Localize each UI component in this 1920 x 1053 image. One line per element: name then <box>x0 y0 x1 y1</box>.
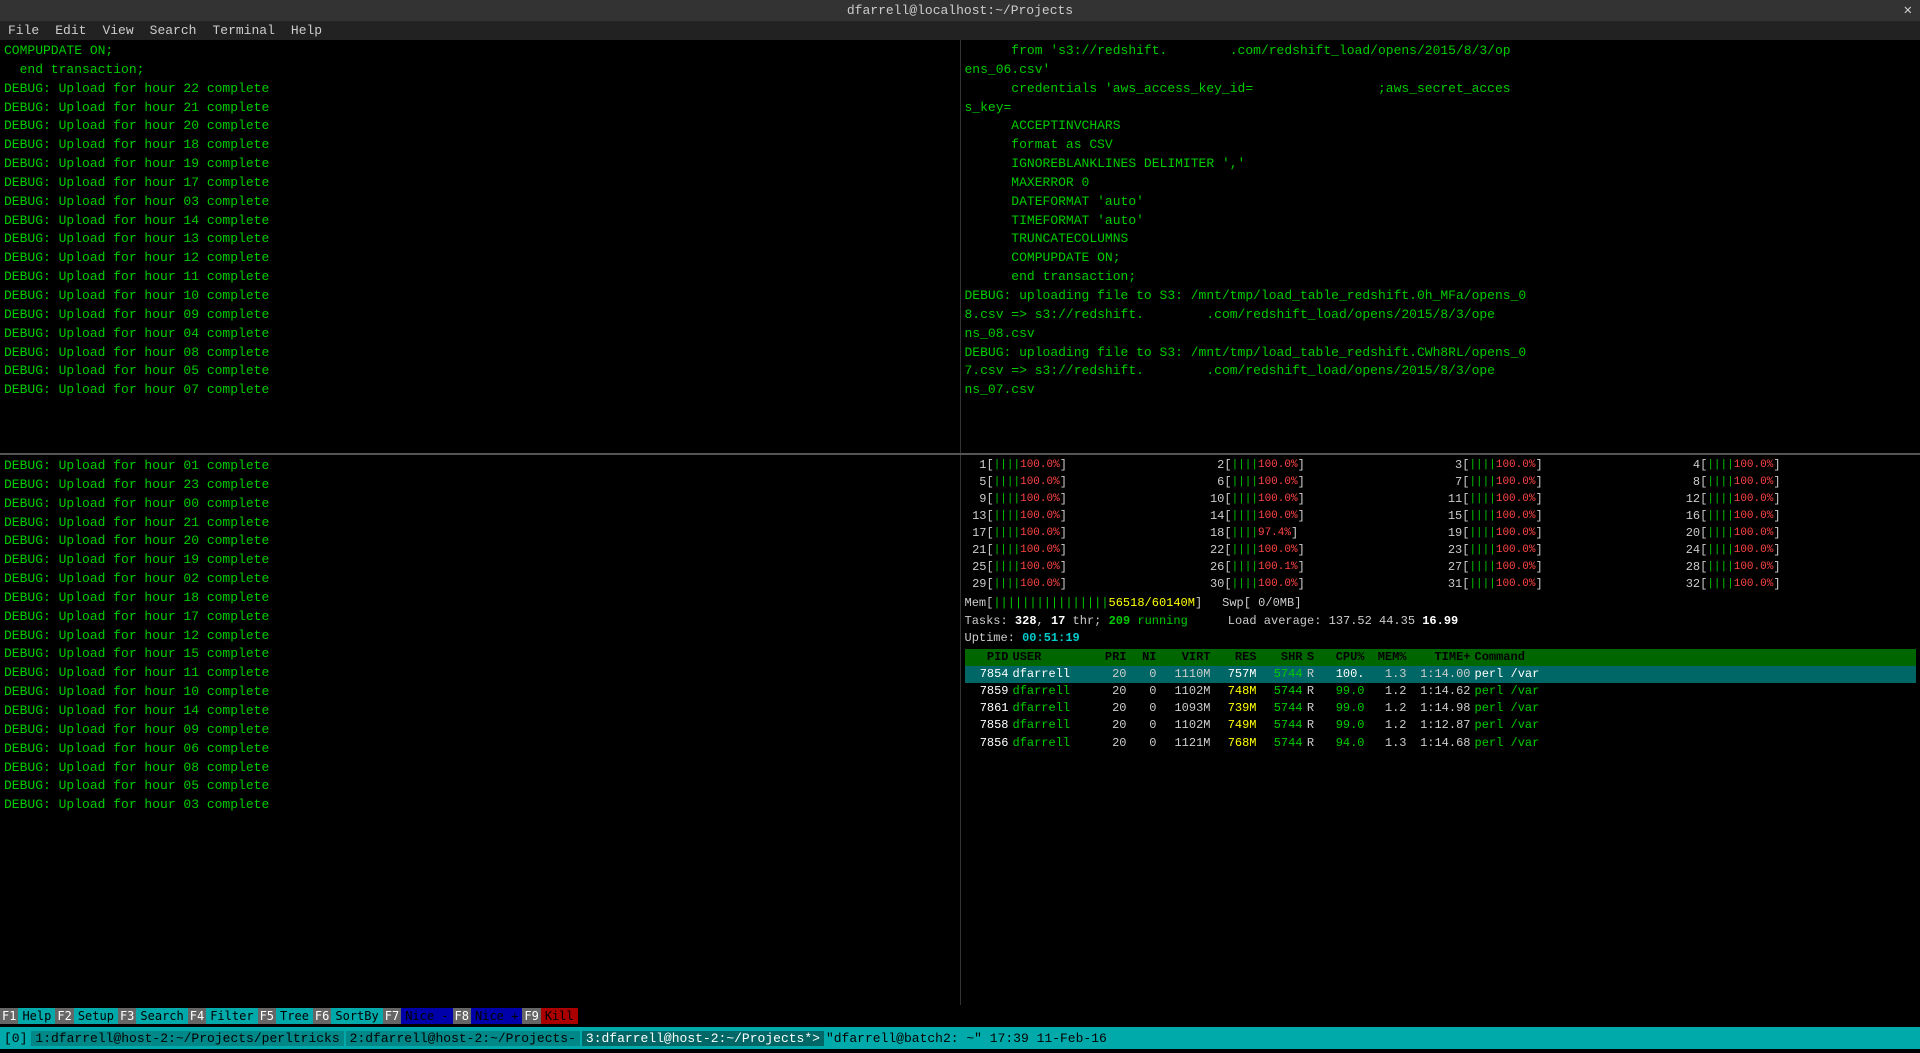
cpu-row-31: 31 [||||100.0%] <box>1440 576 1678 593</box>
cpu-row-14: 14 [||||100.0%] <box>1202 508 1440 525</box>
cpu-row-29: 29 [||||100.0%] <box>965 576 1203 593</box>
cpu-row-11: 11 [||||100.0%] <box>1440 491 1678 508</box>
cpu-row- 7: 7 [||||100.0%] <box>1440 474 1678 491</box>
fn-key-F4[interactable]: F4Filter <box>188 1008 258 1024</box>
left-top-terminal[interactable]: COMPUPDATE ON; end transaction; DEBUG: U… <box>0 40 960 453</box>
cpu-row-25: 25 [||||100.0%] <box>965 559 1203 576</box>
status-tab-2[interactable]: 3:dfarrell@host-2:~/Projects*> <box>582 1031 824 1046</box>
menu-edit[interactable]: Edit <box>55 23 86 38</box>
menu-terminal[interactable]: Terminal <box>212 23 274 38</box>
status-tab-0[interactable]: 1:dfarrell@host-2:~/Projects/perltricks <box>31 1031 343 1046</box>
status-right: "dfarrell@batch2: ~" 17:39 11-Feb-16 <box>826 1031 1107 1046</box>
cpu-row-20: 20 [||||100.0%] <box>1678 525 1916 542</box>
cpu-row-24: 24 [||||100.0%] <box>1678 542 1916 559</box>
status-bar: [0] 1:dfarrell@host-2:~/Projects/perltric… <box>0 1027 1920 1049</box>
fn-key-F2[interactable]: F2Setup <box>55 1008 118 1024</box>
cpu-row-10: 10 [||||100.0%] <box>1202 491 1440 508</box>
cpu-row-26: 26 [||||100.1%] <box>1202 559 1440 576</box>
cpu-row-27: 27 [||||100.0%] <box>1440 559 1678 576</box>
cpu-row-22: 22 [||||100.0%] <box>1202 542 1440 559</box>
top-row: COMPUPDATE ON; end transaction; DEBUG: U… <box>0 40 1920 455</box>
process-row-1: 7859 dfarrell 20 0 1102M 748M 5744 R 99.… <box>965 683 1917 700</box>
fn-key-F6[interactable]: F6SortBy <box>313 1008 383 1024</box>
cpu-row- 3: 3 [||||100.0%] <box>1440 457 1678 474</box>
cpu-row-17: 17 [||||100.0%] <box>965 525 1203 542</box>
tasks-info: Tasks: 328, 17 thr; 209 running <box>965 613 1188 630</box>
left-bottom-pane: DEBUG: Upload for hour 01 complete DEBUG… <box>0 455 961 1005</box>
right-top-pane: from 's3://redshift. .com/redshift_load/… <box>961 40 1920 453</box>
fn-key-F8[interactable]: F8Nice + <box>453 1008 523 1024</box>
fn-key-F5[interactable]: F5Tree <box>258 1008 313 1024</box>
left-top-pane: COMPUPDATE ON; end transaction; DEBUG: U… <box>0 40 961 453</box>
fn-key-F1[interactable]: F1Help <box>0 1008 55 1024</box>
menu-file[interactable]: File <box>8 23 39 38</box>
function-bar: F1Help F2Setup F3Search F4Filter F5Tree … <box>0 1005 1920 1027</box>
left-bottom-terminal[interactable]: DEBUG: Upload for hour 01 complete DEBUG… <box>0 455 960 1005</box>
menu-bar: File Edit View Search Terminal Help <box>0 21 1920 40</box>
cpu-row-18: 18 [||||97.4%] <box>1202 525 1440 542</box>
fn-key-F7[interactable]: F7Nice - <box>383 1008 453 1024</box>
process-row-0: 7854 dfarrell 20 0 1110M 757M 5744 R 100… <box>965 666 1917 683</box>
bottom-row: DEBUG: Upload for hour 01 complete DEBUG… <box>0 455 1920 1005</box>
window-title: dfarrell@localhost:~/Projects <box>847 3 1073 18</box>
close-button[interactable]: ✕ <box>1904 2 1912 19</box>
uptime-info: Uptime: 00:51:19 <box>965 630 1917 647</box>
process-row-4: 7856 dfarrell 20 0 1121M 768M 5744 R 94.… <box>965 735 1917 752</box>
cpu-row-21: 21 [||||100.0%] <box>965 542 1203 559</box>
cpu-row- 4: 4 [||||100.0%] <box>1678 457 1916 474</box>
cpu-row- 5: 5 [||||100.0%] <box>965 474 1203 491</box>
cpu-row-16: 16 [||||100.0%] <box>1678 508 1916 525</box>
mem-row: Mem[||||||||||||||||56518/60140M] Swp[ 0… <box>965 595 1917 612</box>
cpu-row- 2: 2 [||||100.0%] <box>1202 457 1440 474</box>
title-bar: dfarrell@localhost:~/Projects ✕ <box>0 0 1920 21</box>
cpu-row-13: 13 [||||100.0%] <box>965 508 1203 525</box>
cpu-row- 9: 9 [||||100.0%] <box>965 491 1203 508</box>
right-bottom-pane: 1 [||||100.0%] 2 [||||100.0%] 3 [||||100… <box>961 455 1920 1005</box>
cpu-row- 8: 8 [||||100.0%] <box>1678 474 1916 491</box>
menu-view[interactable]: View <box>102 23 133 38</box>
cpu-row- 6: 6 [||||100.0%] <box>1202 474 1440 491</box>
cpu-row-23: 23 [||||100.0%] <box>1440 542 1678 559</box>
cpu-row- 1: 1 [||||100.0%] <box>965 457 1203 474</box>
right-top-terminal[interactable]: from 's3://redshift. .com/redshift_load/… <box>961 40 1920 453</box>
cpu-row-28: 28 [||||100.0%] <box>1678 559 1916 576</box>
menu-search[interactable]: Search <box>150 23 197 38</box>
htop-container[interactable]: 1 [||||100.0%] 2 [||||100.0%] 3 [||||100… <box>961 455 1920 754</box>
status-indicator: 1:dfarrell@host-2:~/Projects/perltricks2… <box>31 1031 1106 1046</box>
menu-help[interactable]: Help <box>291 23 322 38</box>
fn-key-F3[interactable]: F3Search <box>118 1008 188 1024</box>
process-row-3: 7858 dfarrell 20 0 1102M 749M 5744 R 99.… <box>965 717 1917 734</box>
cpu-row-32: 32 [||||100.0%] <box>1678 576 1916 593</box>
status-tab-1[interactable]: 2:dfarrell@host-2:~/Projects- <box>346 1031 580 1046</box>
htop-table-header: PID USER PRI NI VIRT RES SHR S CPU% MEM%… <box>965 649 1917 666</box>
load-info: Load average: 137.52 44.35 16.99 <box>1228 613 1458 630</box>
status-bracket: [0] <box>4 1031 27 1046</box>
cpu-row-15: 15 [||||100.0%] <box>1440 508 1678 525</box>
cpu-row-30: 30 [||||100.0%] <box>1202 576 1440 593</box>
cpu-row-12: 12 [||||100.0%] <box>1678 491 1916 508</box>
fn-key-F9[interactable]: F9Kill <box>522 1008 577 1024</box>
cpu-row-19: 19 [||||100.0%] <box>1440 525 1678 542</box>
process-row-2: 7861 dfarrell 20 0 1093M 739M 5744 R 99.… <box>965 700 1917 717</box>
